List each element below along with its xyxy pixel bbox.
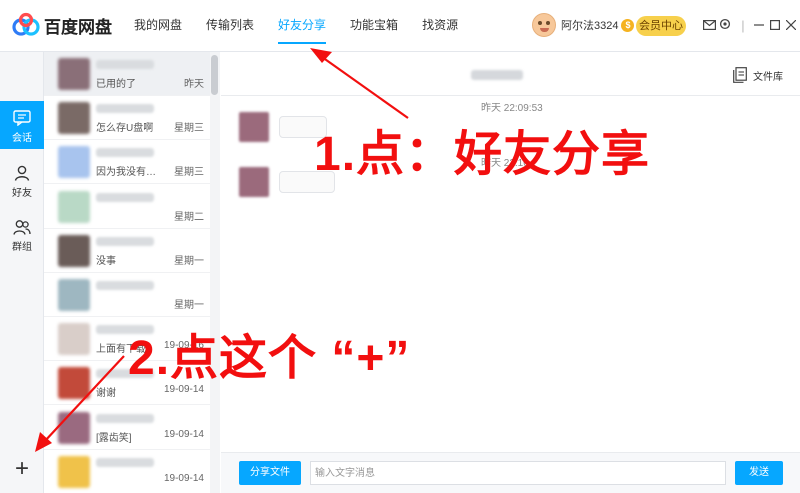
list-item[interactable]: 星期二 [44,185,210,229]
list-avatar [58,279,90,311]
tab-2[interactable]: 传输列表 [196,0,264,52]
annotation-step-2: 2.点这个 “+” [128,332,411,385]
close-icon[interactable] [782,17,800,35]
list-item[interactable]: 没事 星期一 [44,229,210,273]
list-item[interactable]: 怎么存U盘啊 星期三 [44,96,210,141]
left-rail: 会话 好友 群组 + [0,52,44,493]
user-area[interactable]: 阿尔法3324 $ [532,13,635,37]
tab-1[interactable]: 我的网盘 [124,0,192,52]
share-file-button[interactable]: 分享文件 [239,461,301,485]
top-nav: 我的网盘 传输列表 好友分享 功能宝箱 找资源 [124,0,472,52]
list-avatar [58,234,90,267]
list-avatar [58,411,90,444]
user-avatar[interactable] [532,13,556,37]
list-preview: 没事 [96,255,116,267]
message-avatar-2[interactable] [239,167,269,197]
message-avatar[interactable] [239,112,269,142]
list-avatar [58,190,90,223]
message-input[interactable] [310,461,726,485]
person-icon [14,165,30,181]
tab-3[interactable]: 好友分享 [268,0,336,52]
list-name-blurred [96,413,154,423]
message-input-bar: 分享文件 发送 [221,452,800,493]
list-preview: 已用的了 [96,79,136,90]
tab-5[interactable]: 找资源 [412,0,468,52]
list-date: 昨天 [184,79,204,90]
list-date: 星期二 [174,211,204,223]
list-date: 19-09-14 [163,428,204,440]
rail-label-friends: 好友 [12,188,32,199]
chat-header: 文件库 [221,52,800,96]
list-avatar [58,146,90,179]
list-date: 星期一 [174,300,204,311]
vip-coin-icon: $ [621,18,635,32]
list-scrollbar-thumb[interactable] [211,55,218,95]
list-item[interactable]: [露齿笑] 19-09-14 [44,406,210,450]
rail-label-groups: 群组 [12,242,32,253]
list-preview: 因为我没有… [96,167,156,179]
list-scrollbar[interactable] [210,52,220,493]
app-logo: 百度网盘 [12,12,112,38]
list-avatar [58,455,90,488]
list-name-blurred [96,457,154,467]
conversation-list: 已用的了 昨天 怎么存U盘啊 星期三 因为我没有… 星期三 星期二 没事 星期一 星期一 上面有下载… [44,52,220,493]
list-name-blurred [96,192,154,202]
list-item[interactable]: 19-09-14 [44,450,210,493]
send-button[interactable]: 发送 [735,461,783,485]
rail-label-conversations: 会话 [12,133,32,144]
chat-title-blurred [471,70,523,80]
list-avatar [58,367,90,400]
chat-icon [13,110,31,126]
list-date: 星期一 [174,255,204,267]
list-avatar [58,323,90,356]
file-library-icon [733,67,747,83]
baidu-netdisk-window: 百度网盘 我的网盘 传输列表 好友分享 功能宝箱 找资源 阿尔法3324 $ 会员中心 … [0,0,800,493]
app-name: 百度网盘 [44,17,112,37]
add-icon[interactable]: + [11,457,33,481]
baidu-cloud-logo-icon [12,12,40,36]
list-name-blurred [96,60,154,69]
member-center-button[interactable]: 会员中心 [636,16,686,36]
list-date: 19-09-14 [163,472,204,484]
list-name-blurred [96,148,154,158]
list-name-blurred [96,236,154,246]
list-preview: 怎么存U盘啊 [96,123,154,135]
rail-item-conversations[interactable]: 会话 [0,101,44,149]
list-item[interactable]: 星期一 [44,273,210,317]
file-library-button[interactable]: 文件库 [733,67,783,83]
top-header: 百度网盘 我的网盘 传输列表 好友分享 功能宝箱 找资源 阿尔法3324 $ 会员中心 … [0,0,800,52]
message-timestamp: 昨天 22:09:53 [481,103,543,114]
annotation-step-1: 1.点：好友分享 [314,128,651,181]
list-date: 星期三 [174,123,204,135]
group-icon [13,220,31,235]
settings-icon[interactable] [716,17,734,35]
list-avatar [58,102,90,135]
list-item[interactable]: 已用的了 昨天 [44,52,210,96]
list-item[interactable]: 因为我没有… 星期三 [44,140,210,185]
list-name-blurred [96,104,154,114]
list-avatar [58,58,90,90]
tab-4[interactable]: 功能宝箱 [340,0,408,52]
file-library-label: 文件库 [753,71,783,83]
rail-item-groups[interactable]: 群组 [0,210,44,258]
list-date: 星期三 [174,167,204,179]
list-preview: [露齿笑] [96,432,132,444]
username[interactable]: 阿尔法3324 [561,17,618,33]
list-name-blurred [96,281,154,290]
rail-item-friends[interactable]: 好友 [0,156,44,204]
